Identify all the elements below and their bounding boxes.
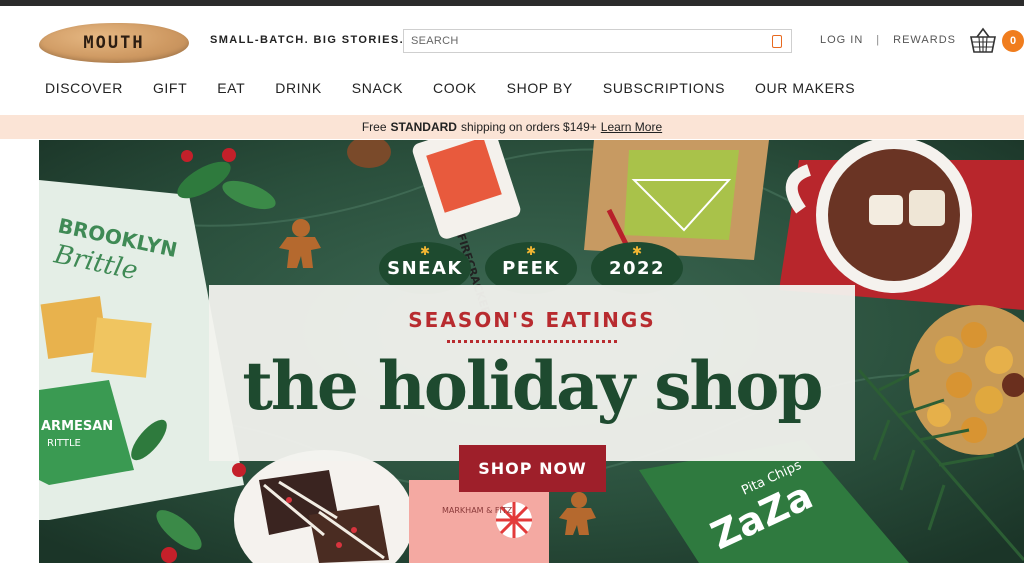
shop-now-button[interactable]: SHOP NOW <box>459 445 606 492</box>
search-box <box>403 29 792 53</box>
box-brand-label: MARKHAM & FITZ <box>442 506 513 515</box>
basket-icon[interactable] <box>968 26 998 56</box>
account-links: LOG IN | REWARDS <box>820 34 956 46</box>
parmesan-sub-label: RITTLE <box>47 438 81 449</box>
star-icon: ✱ <box>420 244 432 258</box>
main-nav: DISCOVER GIFT EAT DRINK SNACK COOK SHOP … <box>45 80 885 98</box>
logo-text: MOUTH <box>83 33 145 53</box>
cart-count-badge[interactable]: 0 <box>1002 30 1024 52</box>
markham-fitz-box: MARKHAM & FITZ <box>409 480 549 563</box>
brand-tagline: SMALL-BATCH. BIG STORIES. <box>210 34 405 46</box>
login-link[interactable]: LOG IN <box>820 34 863 46</box>
star-icon: ✱ <box>526 244 538 258</box>
shipping-promo-bar: Free STANDARD shipping on orders $149+ L… <box>0 115 1024 139</box>
promo-suffix: shipping on orders $149+ <box>460 120 597 134</box>
nav-item-subscriptions[interactable]: SUBSCRIPTIONS <box>603 80 725 98</box>
account-separator: | <box>876 34 881 46</box>
dotted-divider <box>447 340 617 343</box>
mouth-logo[interactable]: MOUTH <box>39 23 189 63</box>
holiday-hero-banner[interactable]: BROOKLYN Brittle ARMESAN RITTLE FIRECRAC… <box>39 140 1024 563</box>
nav-item-shop-by[interactable]: SHOP BY <box>507 80 573 98</box>
sneak-badge-label: SNEAK <box>387 257 463 279</box>
rewards-link[interactable]: REWARDS <box>893 34 956 46</box>
promo-highlight: STANDARD <box>390 120 457 134</box>
star-icon: ✱ <box>632 244 644 258</box>
promo-prefix: Free <box>361 120 387 134</box>
hero-kicker: SEASON'S EATINGS <box>408 308 656 332</box>
nav-item-eat[interactable]: EAT <box>217 80 245 98</box>
year-badge-label: 2022 <box>608 257 666 279</box>
peek-badge-label: PEEK <box>502 257 560 279</box>
nav-item-drink[interactable]: DRINK <box>275 80 322 98</box>
nav-item-our-makers[interactable]: OUR MAKERS <box>755 80 855 98</box>
search-icon[interactable] <box>772 35 782 48</box>
nav-item-gift[interactable]: GIFT <box>153 80 187 98</box>
nav-item-discover[interactable]: DISCOVER <box>45 80 123 98</box>
hero-text-panel: SEASON'S EATINGS the holiday shop <box>209 285 855 461</box>
hero-headline: the holiday shop <box>242 347 823 425</box>
parmesan-label: ARMESAN <box>41 419 113 434</box>
search-input[interactable] <box>404 30 754 52</box>
nav-item-cook[interactable]: COOK <box>433 80 477 98</box>
learn-more-link[interactable]: Learn More <box>601 120 662 134</box>
nav-item-snack[interactable]: SNACK <box>352 80 403 98</box>
site-header: MOUTH SMALL-BATCH. BIG STORIES. LOG IN |… <box>0 6 1024 76</box>
